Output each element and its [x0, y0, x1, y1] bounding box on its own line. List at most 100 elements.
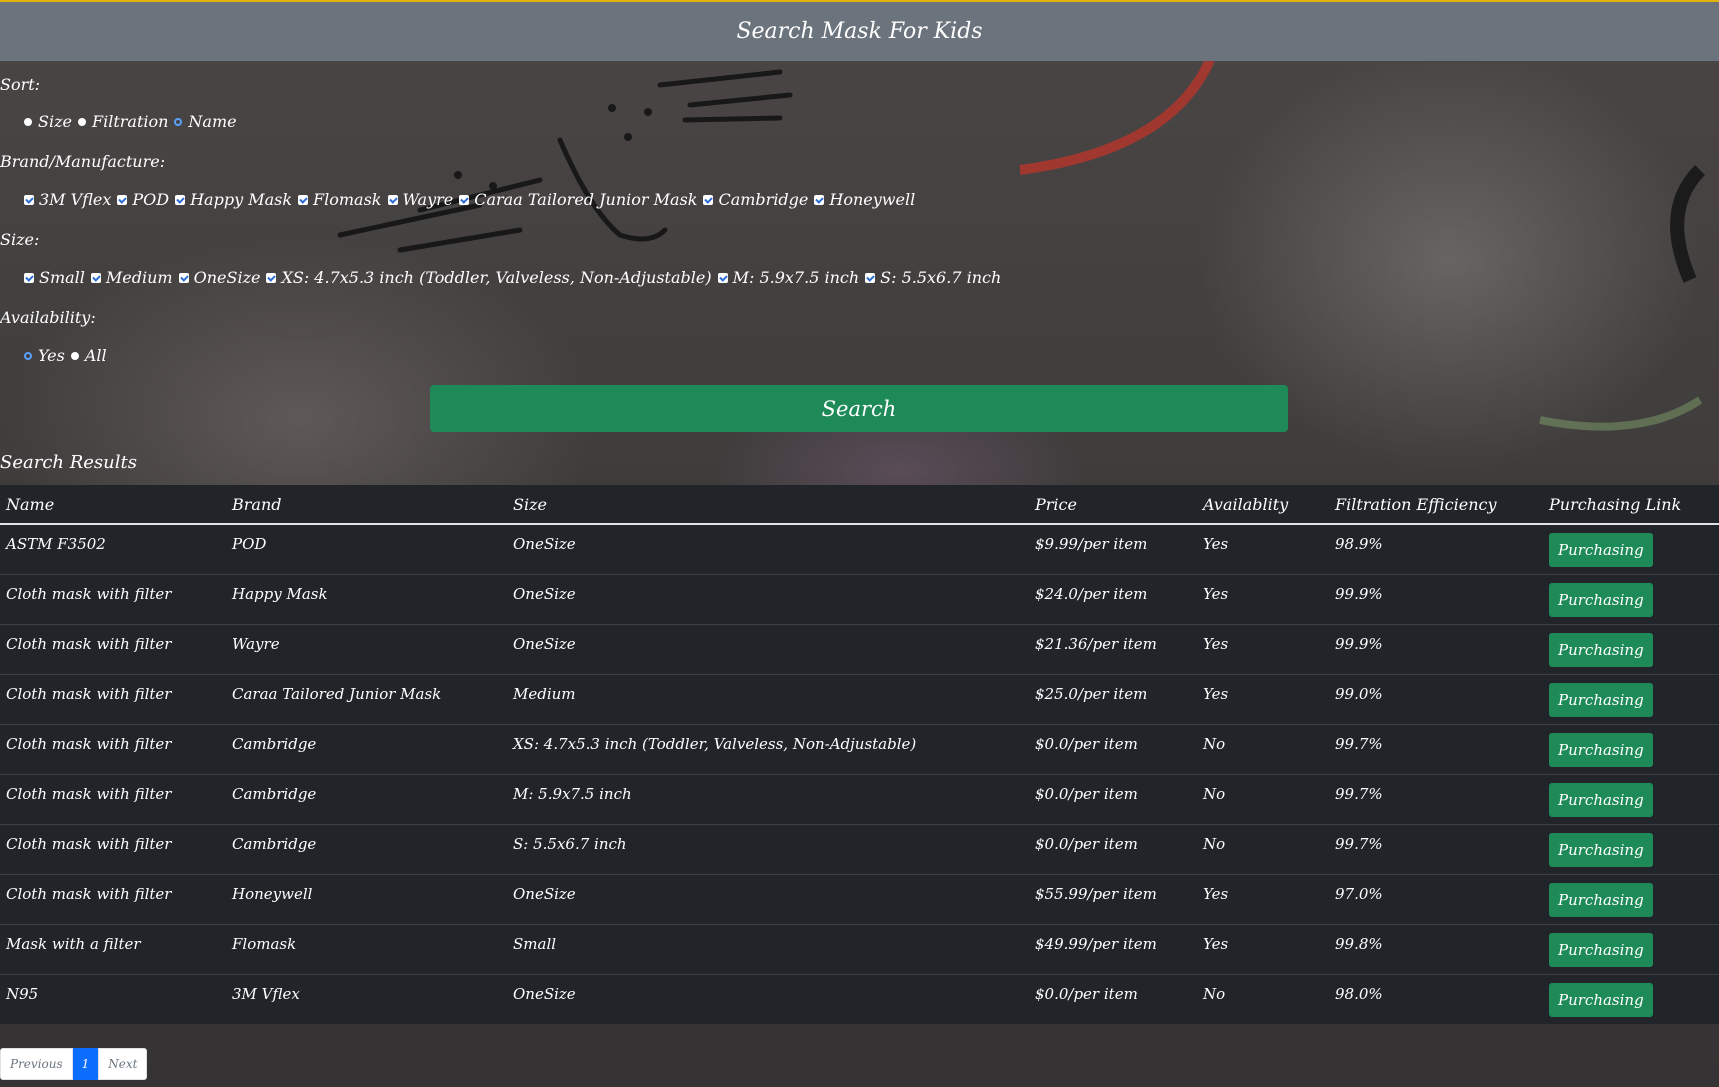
purchasing-button[interactable]: Purchasing	[1549, 882, 1653, 917]
pagination-next[interactable]: Next	[98, 1048, 148, 1080]
sort-option-size[interactable]: Size	[24, 112, 72, 131]
cell-price: $0.0/per item	[1029, 973, 1197, 1024]
search-button[interactable]: Search	[430, 385, 1288, 432]
checkbox-checked-icon[interactable]	[24, 194, 34, 205]
size-checkbox[interactable]: Small	[24, 268, 85, 287]
cell-availability: Yes	[1197, 573, 1329, 624]
checkbox-checked-icon[interactable]	[459, 194, 470, 205]
cell-price: $0.0/per item	[1029, 773, 1197, 824]
cell-name: N95	[0, 973, 226, 1024]
cell-name: Cloth mask with filter	[0, 573, 226, 624]
cell-price: $0.0/per item	[1029, 723, 1197, 774]
cell-price: $24.0/per item	[1029, 573, 1197, 624]
cell-name: Cloth mask with filter	[0, 773, 226, 824]
cell-link: Purchasing	[1543, 923, 1719, 974]
pagination: Previous 1 Next	[0, 1048, 148, 1080]
cell-filtration: 98.9%	[1329, 523, 1543, 574]
brand-options: 3M Vflex POD Happy Mask Flomask Wayre Ca…	[24, 190, 921, 209]
cell-brand: 3M Vflex	[226, 973, 507, 1024]
size-checkbox[interactable]: XS: 4.7x5.3 inch (Toddler, Valveless, No…	[266, 268, 712, 287]
checkbox-checked-icon[interactable]	[717, 272, 728, 283]
cell-brand: Cambridge	[226, 823, 507, 874]
availability-option-yes[interactable]: Yes	[24, 346, 65, 365]
purchasing-button[interactable]: Purchasing	[1549, 682, 1653, 717]
cell-link: Purchasing	[1543, 823, 1719, 874]
checkbox-checked-icon[interactable]	[266, 272, 277, 283]
radio-selected-icon[interactable]	[70, 351, 79, 360]
table-row: Cloth mask with filter Cambridge XS: 4.7…	[0, 723, 1719, 774]
availability-label: Availability:	[0, 308, 96, 327]
purchasing-button[interactable]: Purchasing	[1549, 932, 1653, 967]
table-row: ASTM F3502 POD OneSize $9.99/per item Ye…	[0, 523, 1719, 574]
cell-brand: Caraa Tailored Junior Mask	[226, 673, 507, 724]
size-checkbox[interactable]: M: 5.9x7.5 inch	[717, 268, 859, 287]
purchasing-button[interactable]: Purchasing	[1549, 832, 1653, 867]
page-header: Search Mask For Kids	[0, 0, 1719, 61]
radio-unselected-icon[interactable]	[174, 117, 183, 126]
size-label: Size:	[0, 230, 40, 249]
cell-size: S: 5.5x6.7 inch	[507, 823, 1029, 874]
cell-filtration: 98.0%	[1329, 973, 1543, 1024]
cell-availability: Yes	[1197, 523, 1329, 574]
radio-selected-icon[interactable]	[24, 117, 32, 126]
checkbox-checked-icon[interactable]	[178, 272, 189, 283]
radio-unselected-icon[interactable]	[24, 351, 32, 360]
brand-checkbox[interactable]: Honeywell	[814, 190, 915, 209]
checkbox-checked-icon[interactable]	[24, 272, 34, 283]
table-row: Cloth mask with filter Honeywell OneSize…	[0, 873, 1719, 924]
size-checkbox[interactable]: OneSize	[178, 268, 260, 287]
checkbox-checked-icon[interactable]	[865, 272, 876, 283]
purchasing-button[interactable]: Purchasing	[1549, 582, 1653, 617]
checkbox-checked-icon[interactable]	[175, 194, 186, 205]
pagination-previous[interactable]: Previous	[0, 1048, 73, 1080]
checkbox-checked-icon[interactable]	[117, 194, 128, 205]
purchasing-button[interactable]: Purchasing	[1549, 982, 1653, 1017]
sort-option-name[interactable]: Name	[174, 112, 237, 131]
cell-filtration: 99.8%	[1329, 923, 1543, 974]
checkbox-checked-icon[interactable]	[387, 194, 398, 205]
brand-checkbox[interactable]: Flomask	[298, 190, 382, 209]
availability-option-all[interactable]: All	[70, 346, 107, 365]
size-options: Small Medium OneSize XS: 4.7x5.3 inch (T…	[24, 268, 1007, 287]
cell-filtration: 99.7%	[1329, 723, 1543, 774]
cell-filtration: 99.7%	[1329, 823, 1543, 874]
cell-size: Small	[507, 923, 1029, 974]
sort-option-filtration[interactable]: Filtration	[77, 112, 168, 131]
cell-name: ASTM F3502	[0, 523, 226, 574]
cell-size: OneSize	[507, 873, 1029, 924]
cell-price: $49.99/per item	[1029, 923, 1197, 974]
cell-name: Cloth mask with filter	[0, 873, 226, 924]
cell-link: Purchasing	[1543, 723, 1719, 774]
checkbox-checked-icon[interactable]	[298, 194, 309, 205]
cell-availability: Yes	[1197, 923, 1329, 974]
cell-size: OneSize	[507, 623, 1029, 674]
brand-checkbox[interactable]: POD	[117, 190, 169, 209]
checkbox-checked-icon[interactable]	[814, 194, 825, 205]
cell-filtration: 99.0%	[1329, 673, 1543, 724]
size-checkbox[interactable]: Medium	[90, 268, 173, 287]
table-row: Mask with a filter Flomask Small $49.99/…	[0, 923, 1719, 974]
brand-checkbox[interactable]: Cambridge	[703, 190, 808, 209]
brand-checkbox[interactable]: Caraa Tailored Junior Mask	[459, 190, 697, 209]
sort-label: Sort:	[0, 75, 41, 94]
column-header-availability: Availablity	[1197, 485, 1329, 525]
brand-checkbox[interactable]: 3M Vflex	[24, 190, 111, 209]
brand-checkbox[interactable]: Happy Mask	[175, 190, 292, 209]
size-checkbox[interactable]: S: 5.5x6.7 inch	[865, 268, 1001, 287]
cell-price: $0.0/per item	[1029, 823, 1197, 874]
purchasing-button[interactable]: Purchasing	[1549, 782, 1653, 817]
pagination-page-current[interactable]: 1	[72, 1048, 99, 1080]
cell-name: Cloth mask with filter	[0, 723, 226, 774]
cell-price: $25.0/per item	[1029, 673, 1197, 724]
checkbox-checked-icon[interactable]	[90, 272, 101, 283]
brand-checkbox[interactable]: Wayre	[387, 190, 453, 209]
cell-size: OneSize	[507, 523, 1029, 574]
checkbox-checked-icon[interactable]	[703, 194, 714, 205]
radio-selected-icon[interactable]	[77, 117, 86, 126]
cell-link: Purchasing	[1543, 523, 1719, 574]
sort-options: Size Filtration Name	[24, 112, 243, 131]
cell-name: Cloth mask with filter	[0, 673, 226, 724]
purchasing-button[interactable]: Purchasing	[1549, 732, 1653, 767]
purchasing-button[interactable]: Purchasing	[1549, 533, 1653, 567]
purchasing-button[interactable]: Purchasing	[1549, 632, 1653, 667]
